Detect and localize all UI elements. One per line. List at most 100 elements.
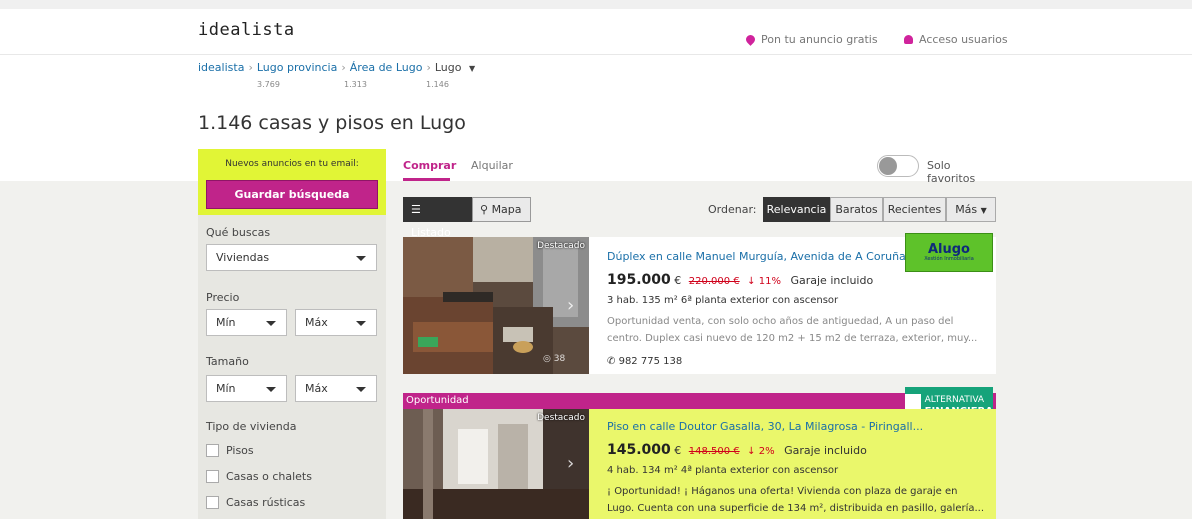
caret-down-icon (356, 321, 366, 326)
caret-down-icon: ▼ (980, 206, 987, 215)
price-max-select[interactable]: Máx (295, 309, 377, 336)
phone-number: 982 775 138 (618, 356, 683, 367)
operation-tabs: Comprar Alquilar Solo favoritos (403, 150, 996, 185)
post-ad-link[interactable]: Pon tu anuncio gratis (744, 33, 878, 46)
checkbox-pisos[interactable] (206, 444, 219, 457)
checkbox-pisos-label: Pisos (226, 444, 254, 457)
chevron-down-icon[interactable]: ▼ (469, 64, 475, 73)
user-icon (904, 35, 913, 44)
checkbox-casas-chalets[interactable] (206, 470, 219, 483)
map-pin-icon: ⚲ (480, 203, 489, 216)
garage-label: Garaje incluido (784, 444, 867, 457)
map-view-button[interactable]: ⚲ Mapa (472, 197, 531, 222)
filter-sidebar: Nuevos anuncios en tu email: Guardar bús… (198, 149, 386, 519)
save-search-button[interactable]: Guardar búsqueda (206, 180, 378, 209)
listing-description: ¡ Oportunidad! ¡ Háganos una oferta! Viv… (607, 486, 985, 514)
price-max-value: Máx (305, 316, 328, 329)
breadcrumb-count: 3.769 (257, 80, 280, 89)
listing-photo[interactable]: Destacado › (403, 409, 589, 519)
listing-price: 195.000 (607, 272, 671, 288)
tipo-vivienda-label: Tipo de vivienda (206, 420, 297, 433)
toggle-knob (879, 157, 897, 175)
breadcrumb-area-lugo[interactable]: Área de Lugo (350, 61, 423, 74)
size-min-value: Mín (216, 382, 236, 395)
property-type-select[interactable]: Viviendas (206, 244, 377, 271)
garage-label: Garaje incluido (790, 274, 874, 287)
sort-recent-button[interactable]: Recientes (883, 197, 946, 222)
featured-badge: Destacado (537, 241, 585, 251)
agency-logo-sub: Xestión Inmobiliaria (924, 255, 974, 262)
size-max-select[interactable]: Máx (295, 375, 377, 402)
listing-info: Piso en calle Doutor Gasalla, 30, La Mil… (607, 420, 987, 517)
breadcrumb-lugo[interactable]: Lugo (435, 61, 462, 74)
login-link[interactable]: Acceso usuarios (904, 33, 1008, 46)
map-view-label: Mapa (491, 203, 522, 216)
caret-down-icon (356, 256, 366, 261)
caret-down-icon (266, 387, 276, 392)
listing-details: 3 hab. 135 m² 6ª planta exterior con asc… (607, 295, 839, 306)
checkbox-casas-rusticas-label: Casas rústicas (226, 496, 306, 509)
photo-count-value: 38 (553, 354, 566, 364)
listing-price: 145.000 (607, 442, 671, 458)
que-buscas-label: Qué buscas (206, 226, 271, 239)
sort-more-button[interactable]: Más ▼ (946, 197, 996, 222)
checkbox-casas-chalets-label: Casas o chalets (226, 470, 312, 483)
sort-more-label: Más (955, 203, 978, 216)
page-title: 1.146 casas y pisos en Lugo (198, 112, 466, 134)
camera-icon: ◎ (543, 354, 551, 364)
listing-title[interactable]: Piso en calle Doutor Gasalla, 30, La Mil… (607, 420, 987, 433)
featured-badge: Destacado (537, 413, 585, 423)
active-tab-indicator (403, 178, 450, 181)
price-drop: ↓ 2% (747, 446, 775, 457)
email-alert-box: Nuevos anuncios en tu email: Guardar bús… (198, 149, 386, 215)
sort-label: Ordenar: (708, 203, 757, 216)
next-photo-icon[interactable]: › (567, 295, 581, 316)
breadcrumb-count: 1.146 (426, 80, 449, 89)
breadcrumb-idealista[interactable]: idealista (198, 61, 244, 74)
price-row: 145.000 € 148.500 € ↓ 2% Garaje incluido (607, 442, 987, 458)
currency: € (674, 444, 682, 457)
currency: € (674, 274, 682, 287)
site-header: idealista Pon tu anuncio gratis Acceso u… (0, 9, 1192, 55)
agency-logo-name: ALTERNATIVA (924, 395, 985, 405)
breadcrumb: idealista › Lugo provincia › Área de Lugo › Lu… (198, 61, 475, 74)
precio-label: Precio (206, 291, 240, 304)
list-view-button[interactable]: ☰ Listado (403, 197, 472, 239)
email-alert-label: Nuevos anuncios en tu email: (225, 159, 359, 169)
favorites-label: Solo favoritos (927, 159, 976, 185)
breadcrumb-sep: › (341, 61, 346, 74)
post-ad-label: Pon tu anuncio gratis (761, 33, 878, 46)
breadcrumb-sep: › (248, 61, 253, 74)
price-min-value: Mín (216, 316, 236, 329)
sort-relevance-button[interactable]: Relevancia (763, 197, 830, 222)
living-room-photo (403, 409, 589, 519)
pin-icon (744, 33, 757, 46)
breadcrumb-lugo-provincia[interactable]: Lugo provincia (257, 61, 338, 74)
price-row: 195.000 € 220.000 € ↓ 11% Garaje incluid… (607, 272, 987, 288)
listing-card[interactable]: Destacado › Piso en calle Doutor Gasalla… (403, 409, 996, 519)
tamano-label: Tamaño (206, 355, 249, 368)
size-min-select[interactable]: Mín (206, 375, 287, 402)
listing-photo[interactable]: Destacado › ◎ 38 (403, 237, 589, 374)
listing-description: Oportunidad venta, con solo ocho años de… (607, 316, 978, 344)
listing-phone[interactable]: ✆ 982 775 138 (607, 356, 987, 367)
listing-card[interactable]: Destacado › ◎ 38 Dúplex en calle Manuel … (403, 233, 996, 374)
checkbox-casas-rusticas[interactable] (206, 496, 219, 509)
photo-count: ◎ 38 (543, 354, 565, 364)
sort-cheap-button[interactable]: Baratos (830, 197, 883, 222)
price-min-select[interactable]: Mín (206, 309, 287, 336)
idealista-logo[interactable]: idealista (198, 20, 295, 40)
old-price: 220.000 € (688, 276, 740, 287)
breadcrumb-sep: › (426, 61, 431, 74)
tab-comprar[interactable]: Comprar (403, 159, 456, 172)
property-type-value: Viviendas (216, 251, 270, 264)
next-photo-icon[interactable]: › (567, 454, 581, 474)
list-icon: ☰ (411, 203, 421, 216)
agency-logo[interactable]: Alugo Xestión Inmobiliaria (905, 233, 993, 272)
size-max-value: Máx (305, 382, 328, 395)
caret-down-icon (356, 387, 366, 392)
tab-alquilar[interactable]: Alquilar (471, 159, 513, 172)
favorites-toggle[interactable] (877, 155, 919, 177)
agency-logo-name: Alugo (927, 241, 970, 257)
login-label: Acceso usuarios (919, 33, 1008, 46)
